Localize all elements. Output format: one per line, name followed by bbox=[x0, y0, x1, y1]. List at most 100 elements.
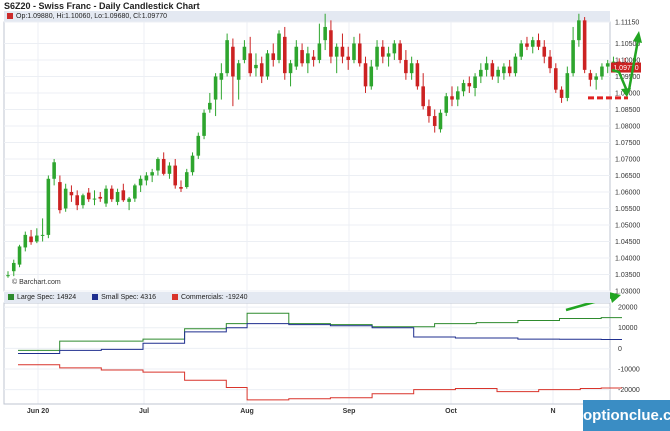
candle-body-up bbox=[6, 275, 10, 277]
candle-body-down bbox=[98, 196, 103, 199]
price-y-tick-label: 1.08500 bbox=[615, 107, 640, 114]
legend-swatch-large-spec bbox=[8, 294, 14, 300]
x-axis-label: Oct bbox=[445, 408, 457, 415]
candle-body-up bbox=[46, 178, 51, 235]
large-spec-line bbox=[18, 312, 622, 351]
candle-body-down bbox=[490, 63, 495, 77]
candle-body-down bbox=[86, 192, 91, 200]
price-y-tick-label: 1.11150 bbox=[615, 20, 639, 27]
cot-panel-frame bbox=[3, 302, 611, 405]
candle-body-down bbox=[121, 190, 126, 201]
x-axis-label: Jun 20 bbox=[27, 408, 49, 415]
candle-body-up bbox=[577, 20, 581, 41]
candle-body-up bbox=[104, 188, 108, 204]
x-axis-label: N bbox=[550, 408, 555, 415]
candle-body-down bbox=[346, 56, 351, 60]
candle-body-down bbox=[173, 165, 178, 186]
candle-body-down bbox=[548, 56, 552, 69]
candle-body-up bbox=[605, 63, 610, 67]
cot-legend: Large Spec: 14924 Small Spec: 4316 Comme… bbox=[4, 292, 610, 303]
candle-body-up bbox=[306, 53, 310, 64]
price-y-tick-label: 1.06000 bbox=[615, 189, 640, 196]
candle-body-up bbox=[294, 46, 299, 67]
candle-body-up bbox=[144, 175, 149, 181]
candle-body-up bbox=[369, 66, 374, 87]
price-y-tick-label: 1.05500 bbox=[615, 206, 640, 213]
candle-body-down bbox=[357, 43, 362, 64]
candle-body-up bbox=[530, 40, 535, 47]
legend-commercials: Commercials: -19240 bbox=[168, 294, 248, 301]
legend-swatch-commercials bbox=[171, 294, 178, 300]
candle-body-up bbox=[334, 46, 339, 57]
candle-body-up bbox=[288, 63, 293, 74]
candle-body-down bbox=[542, 46, 547, 57]
price-y-tick-label: 1.05000 bbox=[615, 222, 640, 229]
candle-body-up bbox=[600, 66, 604, 77]
cot-y-tick-label: 20000 bbox=[618, 305, 638, 312]
candle-body-up bbox=[444, 96, 449, 113]
candle-body-down bbox=[259, 63, 264, 77]
candle-body-up bbox=[81, 195, 85, 206]
price-y-tick-label: 1.03000 bbox=[615, 289, 640, 296]
legend-swatch-small-spec bbox=[92, 294, 99, 300]
up-arrow-head bbox=[633, 31, 642, 43]
candle-body-up bbox=[242, 46, 247, 60]
legend-small-spec: Small Spec: 4316 bbox=[88, 294, 156, 301]
candle-body-up bbox=[40, 234, 45, 236]
legend-large-spec: Large Spec: 14924 bbox=[4, 294, 76, 301]
candle-body-up bbox=[52, 162, 56, 179]
candle-body-down bbox=[69, 191, 74, 196]
candle-body-up bbox=[502, 66, 506, 74]
cot-y-tick-label: 10000 bbox=[618, 325, 638, 332]
candle-body-up bbox=[386, 53, 391, 57]
candle-body-down bbox=[340, 46, 345, 57]
candle-body-up bbox=[196, 135, 201, 156]
candle-body-up bbox=[571, 40, 575, 74]
candle-body-up bbox=[17, 246, 22, 265]
price-y-tick-label: 1.09500 bbox=[615, 74, 640, 81]
cot-y-tick-label: 0 bbox=[618, 346, 622, 353]
candle-body-up bbox=[317, 43, 322, 60]
x-axis-label: Sep bbox=[343, 408, 356, 415]
candle-body-up bbox=[225, 40, 229, 74]
candle-body-down bbox=[29, 236, 33, 243]
x-axis-label: Aug bbox=[240, 408, 254, 415]
price-y-tick-label: 1.06500 bbox=[615, 173, 640, 180]
candle-body-up bbox=[190, 155, 195, 173]
candle-body-up bbox=[409, 63, 414, 74]
candle-body-up bbox=[23, 234, 28, 248]
candle-body-down bbox=[554, 68, 558, 90]
candle-body-down bbox=[248, 53, 252, 74]
candle-body-down bbox=[75, 195, 79, 206]
candle-body-down bbox=[421, 86, 425, 107]
source-credit: © Barchart.com bbox=[12, 278, 61, 286]
candle-body-up bbox=[461, 83, 466, 92]
candle-body-up bbox=[63, 188, 68, 209]
candle-body-up bbox=[254, 64, 258, 69]
price-y-tick-label: 1.03500 bbox=[615, 272, 640, 279]
candle-body-down bbox=[507, 66, 512, 74]
candle-body-down bbox=[110, 188, 114, 200]
candle-body-up bbox=[455, 91, 460, 100]
candle-body-down bbox=[363, 63, 368, 87]
candle-body-down bbox=[231, 46, 235, 77]
legend-large-spec-label: Large Spec: 14924 bbox=[17, 294, 77, 301]
price-y-tick-label: 1.04000 bbox=[615, 255, 640, 262]
candle-body-down bbox=[300, 50, 304, 64]
candle-body-down bbox=[427, 106, 431, 117]
candle-body-up bbox=[513, 56, 518, 74]
candle-body-up bbox=[392, 43, 397, 54]
candle-body-up bbox=[35, 235, 39, 242]
candle-body-up bbox=[133, 185, 137, 199]
candle-body-down bbox=[432, 116, 437, 126]
candle-body-up bbox=[352, 43, 356, 60]
price-y-tick-label: 1.08000 bbox=[615, 123, 640, 130]
legend-commercials-label: Commercials: -19240 bbox=[180, 294, 248, 301]
candle-body-up bbox=[265, 53, 270, 77]
candle-body-down bbox=[525, 43, 529, 47]
candle-body-up bbox=[438, 112, 443, 130]
candle-body-up bbox=[219, 73, 224, 80]
candle-body-down bbox=[404, 59, 408, 74]
candle-body-down bbox=[329, 30, 333, 57]
candle-body-down bbox=[161, 158, 166, 174]
